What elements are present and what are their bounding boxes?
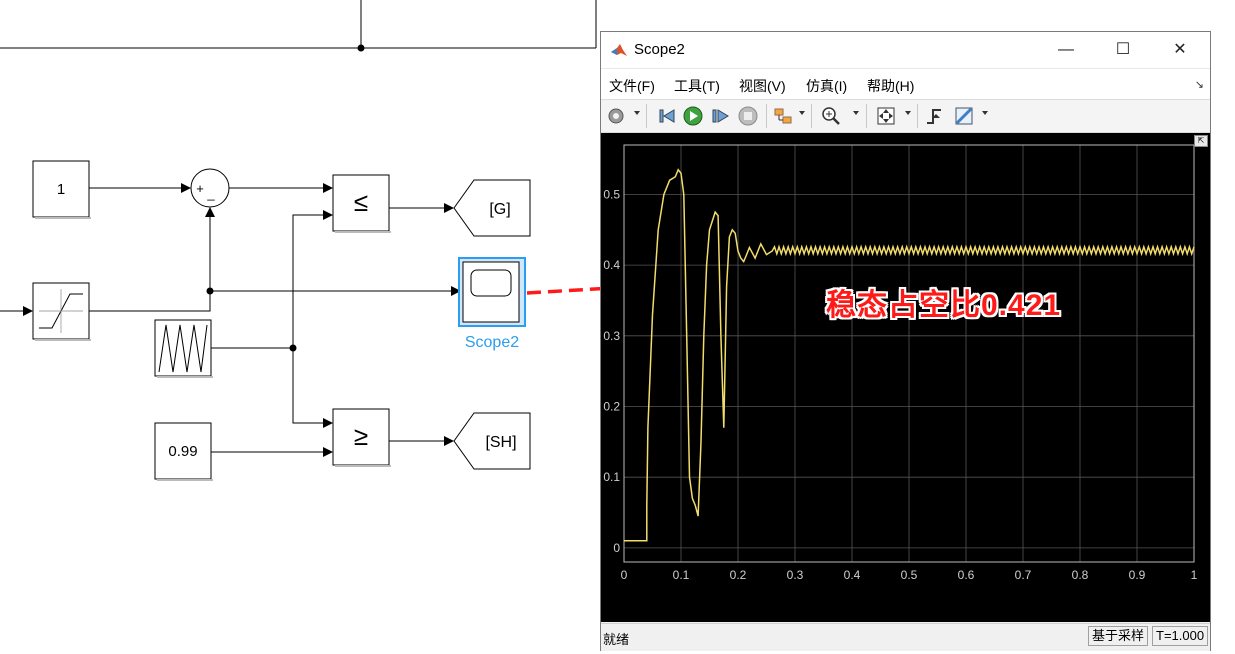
y-tick-label: 0.4 — [603, 258, 620, 272]
x-tick-label: 0.2 — [730, 568, 747, 582]
menu-help[interactable]: 帮助(H) — [867, 76, 914, 96]
scope2-block-label[interactable]: Scope2 — [465, 334, 519, 351]
maximize-button[interactable]: ☐ — [1095, 32, 1151, 68]
signal-carrier-to-le[interactable] — [292, 210, 333, 348]
tick-labels: 0 0.1 0.2 0.3 0.4 0.5 0.6 0.7 0.8 0.9 1 0 0.1 0.2 0.3 0… — [603, 187, 1197, 582]
menu-view[interactable]: 视图(V) — [739, 76, 786, 96]
x-tick-label: 0.5 — [901, 568, 918, 582]
x-tick-label: 0 — [621, 568, 628, 582]
status-ready-text: 就绪 — [603, 632, 630, 647]
saturation-block[interactable] — [32, 282, 91, 341]
sum-minus-sign: _ — [206, 186, 215, 201]
steady-state-annotation: 稳态占空比0.421 — [826, 289, 1062, 322]
fit-to-view-icon[interactable] — [876, 106, 896, 126]
toolbar — [601, 99, 1210, 133]
repeating-sequence-block[interactable] — [154, 319, 213, 378]
x-tick-label: 0.4 — [844, 568, 861, 582]
menu-simulation[interactable]: 仿真(I) — [806, 76, 847, 96]
settings-dropdown-icon[interactable] — [634, 111, 640, 115]
relational-le-block[interactable]: ≤ — [332, 174, 391, 233]
menu-bar: 文件(F) 工具(T) 视图(V) 仿真(I) 帮助(H) ↘ — [601, 68, 1210, 99]
x-tick-label: 0.9 — [1129, 568, 1146, 582]
goto-g-block[interactable]: [G] — [453, 179, 531, 237]
grid-lines — [623, 145, 1195, 562]
fit-dropdown-icon[interactable] — [905, 111, 911, 115]
constant-099-block[interactable]: 0.99 — [154, 422, 213, 481]
y-tick-label: 0 — [613, 541, 620, 555]
menu-tools[interactable]: 工具(T) — [674, 76, 720, 96]
relop-le-symbol: ≤ — [354, 187, 368, 217]
step-back-icon[interactable] — [656, 106, 676, 126]
goto-sh-tag: [SH] — [485, 434, 516, 451]
goto-sh-block[interactable]: [SH] — [453, 412, 531, 470]
relational-ge-block[interactable]: ≥ — [332, 408, 391, 467]
x-tick-label: 0.6 — [958, 568, 975, 582]
highlight-block-icon[interactable] — [774, 106, 794, 126]
scope-plot-area[interactable]: 0 0.1 0.2 0.3 0.4 0.5 0.6 0.7 0.8 0.9 1 0 0.1 0.2 0.3 0… — [601, 133, 1210, 622]
zoom-dropdown-icon[interactable] — [853, 111, 859, 115]
constant-1-block[interactable]: 1 — [32, 160, 91, 219]
signal-saturation-output[interactable] — [89, 291, 211, 312]
menu-collapse-icon[interactable]: ↘ — [1195, 78, 1204, 91]
run-icon[interactable] — [683, 106, 703, 126]
window-title: Scope2 — [634, 41, 685, 58]
sample-mode-status: 基于采样 — [1088, 626, 1149, 646]
y-tick-label: 0.5 — [603, 187, 620, 201]
scope-axes[interactable]: 0 0.1 0.2 0.3 0.4 0.5 0.6 0.7 0.8 0.9 1 0 0.1 0.2 0.3 0… — [601, 133, 1210, 622]
relop-ge-symbol: ≥ — [354, 421, 368, 451]
stop-icon[interactable] — [738, 106, 758, 126]
close-button[interactable]: ✕ — [1152, 32, 1208, 68]
matlab-logo-icon — [611, 44, 627, 56]
sum-block[interactable]: + _ — [190, 168, 230, 208]
x-tick-label: 0.3 — [787, 568, 804, 582]
measurements-dropdown-icon[interactable] — [982, 111, 988, 115]
title-bar[interactable]: Scope2 — ☐ ✕ — [601, 32, 1210, 68]
constant-1-value: 1 — [57, 181, 65, 198]
x-tick-label: 0.8 — [1072, 568, 1089, 582]
constant-099-value: 0.99 — [168, 443, 197, 460]
step-forward-icon[interactable] — [710, 106, 730, 126]
signal-carrier-to-ge[interactable] — [292, 348, 333, 428]
highlight-dropdown-icon[interactable] — [799, 111, 805, 115]
menu-file[interactable]: 文件(F) — [609, 76, 655, 96]
x-tick-label: 1 — [1191, 568, 1198, 582]
time-status: T=1.000 — [1152, 626, 1209, 646]
status-bar: 就绪 基于采样 T=1.000 — [601, 623, 1210, 651]
zoom-icon[interactable] — [821, 106, 841, 126]
scope-window: Scope2 — ☐ ✕ 文件(F) 工具(T) 视图(V) 仿真(I) 帮助(… — [600, 31, 1211, 651]
x-tick-label: 0.7 — [1015, 568, 1032, 582]
restore-axes-button[interactable]: ⇱ — [1194, 135, 1208, 147]
sum-plus-sign: + — [196, 181, 204, 196]
junction-saturation — [206, 287, 214, 295]
y-tick-label: 0.2 — [603, 400, 620, 414]
y-tick-label: 0.1 — [603, 470, 620, 484]
x-tick-label: 0.1 — [673, 568, 690, 582]
top-signal-lines[interactable] — [0, 0, 597, 52]
minimize-button[interactable]: — — [1038, 32, 1094, 68]
scope2-block[interactable] — [458, 257, 526, 327]
y-tick-label: 0.3 — [603, 329, 620, 343]
settings-icon[interactable] — [606, 106, 626, 126]
trigger-icon[interactable] — [925, 106, 945, 126]
goto-g-tag: [G] — [489, 201, 510, 218]
measurements-icon[interactable] — [954, 106, 974, 126]
